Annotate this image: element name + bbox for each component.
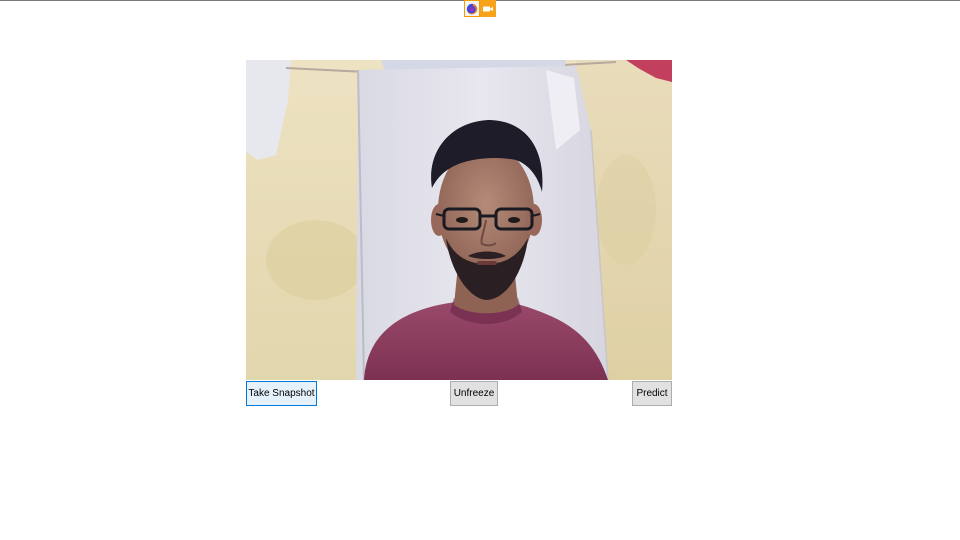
camera-in-use-icon[interactable] (480, 0, 496, 17)
webcam-preview (246, 60, 672, 380)
webcam-frozen-snapshot (246, 60, 672, 380)
predict-button[interactable]: Predict (632, 381, 672, 406)
sharing-indicator[interactable] (464, 0, 496, 17)
firefox-browser-icon[interactable] (464, 0, 480, 17)
app-window: Take Snapshot Unfreeze Predict (0, 0, 960, 540)
unfreeze-button[interactable]: Unfreeze (450, 381, 498, 406)
take-snapshot-button[interactable]: Take Snapshot (246, 381, 317, 406)
